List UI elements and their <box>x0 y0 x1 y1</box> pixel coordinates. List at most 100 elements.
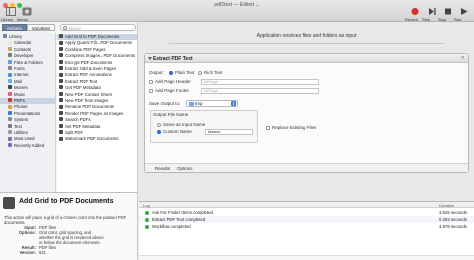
log-text: Ask For Finder Items completed <box>152 210 213 215</box>
title-bar: pdf2text — Edited ⌄ Library Media Record… <box>0 0 474 22</box>
rich-text-radio[interactable] <box>198 70 202 75</box>
log-footer <box>139 255 474 260</box>
category-label: Text <box>14 123 22 129</box>
custom-name-radio[interactable] <box>157 129 161 134</box>
run-icon <box>461 8 468 15</box>
disclosure-triangle-icon[interactable] <box>148 57 152 60</box>
pdf-action-icon <box>59 85 63 90</box>
search-field[interactable]: Name <box>60 24 136 31</box>
log-duration: 0.253 seconds <box>439 217 467 222</box>
category-label: Music <box>14 91 26 97</box>
action-label: Split PDF <box>65 130 84 135</box>
category-label: Movies <box>14 85 28 91</box>
duration-column-header: Duration <box>439 202 455 208</box>
category-icon <box>8 47 12 52</box>
category-icon <box>8 91 12 96</box>
action-label: New PDF Contact Sheet <box>65 91 112 97</box>
category-label: Presentations <box>14 110 41 116</box>
category-icon <box>8 143 12 148</box>
output-file-name-label: Output File Name <box>153 112 189 117</box>
workflow-area: Application receives files and folders a… <box>139 22 474 201</box>
page-header-label: Add Page Header <box>155 79 191 84</box>
action-label: Add Grid to PDF Documents <box>65 34 120 39</box>
plain-text-label: Plain Text <box>175 70 195 75</box>
category-icon <box>8 72 12 77</box>
pdf-action-icon <box>3 197 15 209</box>
category-label: Contacts <box>14 46 31 52</box>
pdf-action-icon <box>59 79 63 84</box>
tab-actions[interactable]: Actions <box>2 24 27 31</box>
success-icon <box>145 210 149 215</box>
category-label: Photos <box>14 104 28 110</box>
log-duration: 3.878 seconds <box>439 224 467 229</box>
category-icon <box>8 53 12 58</box>
log-column-header: Log <box>143 202 150 208</box>
remove-action-icon[interactable]: ✕ <box>461 55 465 61</box>
log-row: Workflow completed 3.878 seconds <box>139 223 474 230</box>
options-value: Grid color, grid spacing, and whether th… <box>39 230 104 245</box>
category-icon <box>8 111 12 116</box>
pdf-action-icon <box>59 34 63 39</box>
category-list: Library Calendar Contacts Developer Files & … <box>0 33 56 192</box>
log-duration: 3.625 seconds <box>439 210 467 215</box>
category-icon <box>8 85 12 90</box>
options-key: Options: <box>18 230 36 235</box>
version-value: 541 <box>39 250 46 255</box>
category-label: PDFs <box>14 98 25 103</box>
action-label: New PDF from Images <box>65 98 109 103</box>
category-icon <box>8 130 12 135</box>
category-label: Utilities <box>14 130 28 135</box>
popup-arrows-icon: ⇕ <box>231 101 236 106</box>
workflow-header: Application receives files and folders a… <box>256 33 357 39</box>
tab-variables[interactable]: Variables <box>26 24 56 31</box>
media-icon <box>22 7 32 16</box>
replace-existing-checkbox[interactable] <box>266 125 270 130</box>
category-label: Internet <box>14 72 29 78</box>
log-text: Workflow completed <box>152 224 191 229</box>
replace-existing-label: Replace Existing Files <box>272 125 317 130</box>
action-label: Extract Odd & Even Pages <box>65 66 117 71</box>
category-icon <box>8 104 12 109</box>
version-key: Version: <box>19 250 36 255</box>
same-as-input-radio[interactable] <box>157 122 161 127</box>
plain-text-radio[interactable] <box>169 70 173 75</box>
step-icon <box>429 8 436 15</box>
window-title: pdf2text — Edited ⌄ <box>214 2 260 8</box>
save-folder-popup[interactable]: tmp ⇕ <box>186 100 238 107</box>
extract-pdf-text-action[interactable]: Extract PDF Text ✕ Output: Plain Text Ri… <box>144 53 469 173</box>
category-icon <box>8 123 12 128</box>
category-label: Fonts <box>14 66 25 71</box>
page-header-checkbox[interactable] <box>149 79 153 84</box>
custom-name-field[interactable]: licence <box>205 128 253 135</box>
action-item[interactable]: Watermark PDF Documents <box>57 136 137 142</box>
success-icon <box>145 217 149 222</box>
custom-name-label: Custom Name <box>163 129 192 134</box>
results-tab[interactable]: Results <box>155 166 170 171</box>
library-icon <box>6 7 16 16</box>
log-pane: Log Duration Ask For Finder Items comple… <box>139 201 474 260</box>
folder-icon <box>189 102 194 106</box>
page-footer-checkbox[interactable] <box>149 88 153 93</box>
options-tab[interactable]: Options <box>177 166 193 171</box>
record-icon <box>411 8 419 15</box>
save-output-label: Save Output to: <box>149 101 181 106</box>
action-label: Get PDF Metadata <box>65 85 101 91</box>
run-button[interactable]: Run <box>454 7 474 22</box>
action-label: Search PDFs <box>65 117 91 123</box>
category-item[interactable]: Recently Added <box>0 143 56 149</box>
page-footer-label: Add Page Footer <box>155 88 190 93</box>
action-label: Combine PDF Pages <box>65 46 106 52</box>
action-label: Watermark PDF Documents <box>65 136 119 142</box>
log-text: Extract PDF Text completed <box>152 217 206 222</box>
pdf-action-icon <box>59 104 63 109</box>
page-header-field[interactable]: ##Page <box>201 78 319 85</box>
pdf-action-icon <box>59 130 63 135</box>
action-label: Extract PDF Text <box>65 78 98 84</box>
page-footer-field[interactable]: ##Page <box>201 87 319 94</box>
media-button[interactable]: Media <box>17 7 37 22</box>
action-label: Render PDF Pages as Images <box>65 110 124 116</box>
category-icon <box>3 34 7 39</box>
action-header: Extract PDF Text ✕ <box>145 54 468 63</box>
search-placeholder: Name <box>69 25 82 31</box>
output-label: Output: <box>149 70 164 75</box>
